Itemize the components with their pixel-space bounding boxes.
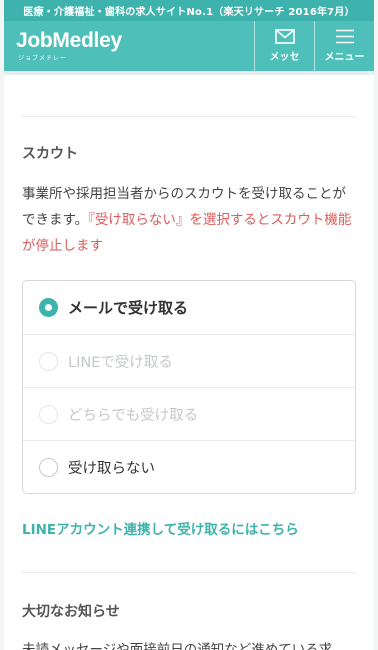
notice-section-title: 大切なお知らせ: [22, 604, 120, 620]
menu-label: メニュー: [324, 52, 365, 63]
option-both[interactable]: どちらでも受け取る: [23, 387, 355, 440]
envelope-icon: [274, 29, 295, 44]
divider: [22, 116, 356, 117]
app-frame: 医療・介護福祉・歯科の求人サイトNo.1（楽天リサーチ 2016年7月） Job…: [4, 0, 374, 650]
notice-description: 未読メッセージや面接前日の通知など進めている求: [22, 642, 333, 650]
message-button[interactable]: メッセ: [254, 21, 314, 71]
option-line[interactable]: LINEで受け取る: [23, 334, 355, 387]
radio-checked-icon[interactable]: [39, 298, 58, 317]
option-none[interactable]: 受け取らない: [23, 440, 355, 493]
radio-unchecked-icon[interactable]: [39, 457, 58, 477]
site-header: JobMedley ジョブメドレー メッセ メニュー: [4, 21, 374, 75]
radio-disabled-icon[interactable]: [39, 351, 58, 371]
scout-description: 事業所や採用担当者からのスカウトを受け取ることができます。『受け取らない』を選択…: [22, 181, 356, 259]
divider: [22, 572, 356, 573]
scout-section-title: スカウト: [22, 146, 78, 162]
site-logo[interactable]: JobMedley ジョブメドレー: [4, 21, 254, 71]
option-label: どちらでも受け取る: [68, 407, 199, 424]
radio-disabled-icon[interactable]: [39, 404, 58, 424]
option-label: LINEで受け取る: [68, 354, 173, 371]
logo-text: JobMedley: [16, 29, 122, 52]
logo-subtext: ジョブメドレー: [18, 55, 68, 62]
top-banner: 医療・介護福祉・歯科の求人サイトNo.1（楽天リサーチ 2016年7月）: [4, 0, 374, 21]
main-content: スカウト 事業所や採用担当者からのスカウトを受け取ることができます。『受け取らな…: [4, 116, 374, 650]
message-label: メッセ: [269, 52, 300, 63]
scout-options: メールで受け取る LINEで受け取る どちらでも受け取る 受け取らない: [22, 280, 356, 494]
option-email[interactable]: メールで受け取る: [23, 281, 355, 334]
menu-button[interactable]: メニュー: [314, 21, 374, 71]
option-label: 受け取らない: [68, 460, 155, 477]
hamburger-icon: [335, 29, 355, 44]
option-label: メールで受け取る: [68, 299, 189, 317]
line-link[interactable]: LINEアカウント連携して受け取るにはこちら: [22, 518, 356, 538]
